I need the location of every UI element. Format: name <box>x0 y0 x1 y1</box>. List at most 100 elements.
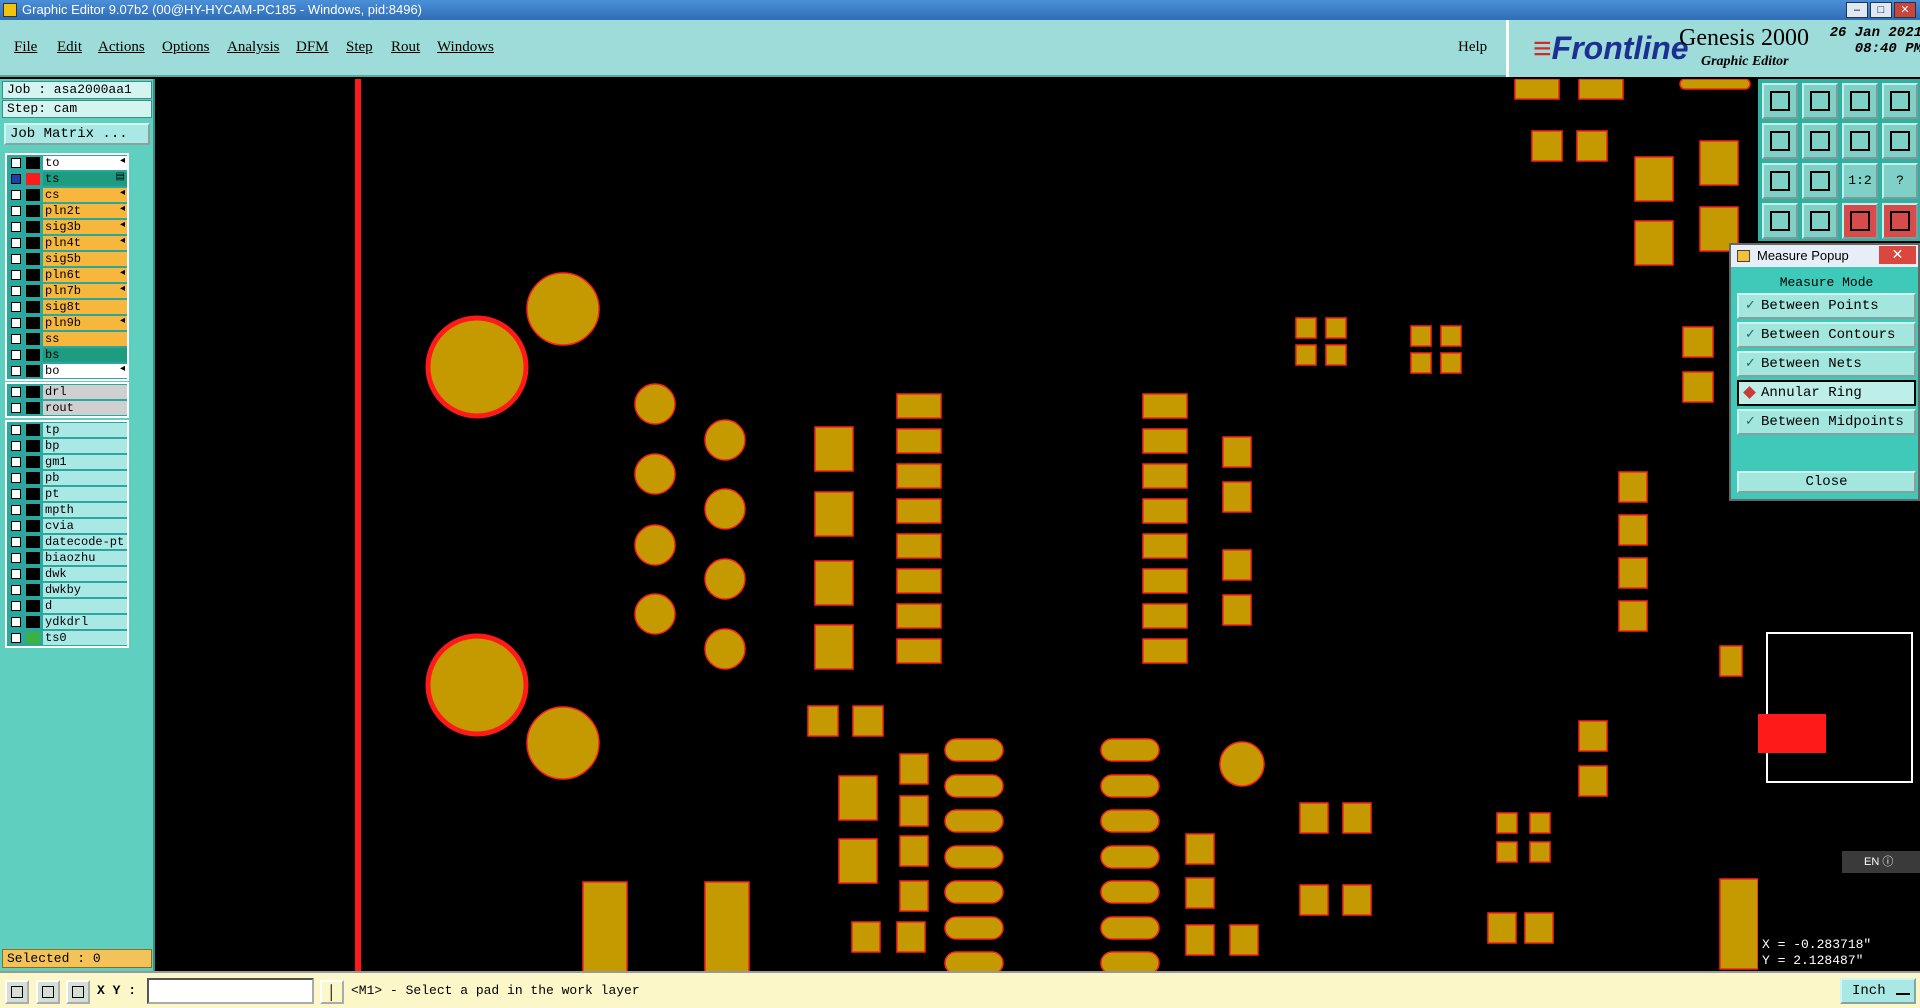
layer-color-swatch[interactable] <box>26 317 40 329</box>
layer-checkbox[interactable] <box>11 585 21 595</box>
layer-row-pln6t[interactable]: pln6t ◂ <box>7 267 127 283</box>
fit-screen-icon[interactable] <box>1762 163 1798 199</box>
menu-actions[interactable]: Actions <box>98 39 145 56</box>
layer-name[interactable]: rout <box>43 401 127 415</box>
layer-checkbox[interactable] <box>11 553 21 563</box>
layer-checkbox[interactable] <box>11 505 21 515</box>
menu-windows[interactable]: Windows <box>437 39 494 56</box>
layer-checkbox[interactable] <box>11 457 21 467</box>
layer-row-gm1[interactable]: gm1 <box>7 454 127 470</box>
layer-name[interactable]: ss <box>43 332 127 346</box>
layer-color-swatch[interactable] <box>26 269 40 281</box>
close-window-button[interactable]: ✕ <box>1894 2 1916 18</box>
layer-row-mpth[interactable]: mpth <box>7 502 127 518</box>
layer-color-swatch[interactable] <box>26 520 40 532</box>
layer-row-pln9b[interactable]: pln9b ◂ <box>7 315 127 331</box>
close-button[interactable]: Close <box>1737 471 1916 493</box>
layer-name[interactable]: pln2t <box>43 204 127 218</box>
layer-row-pt[interactable]: pt <box>7 486 127 502</box>
layer-name[interactable]: ts0 <box>43 631 127 645</box>
layer-checkbox[interactable] <box>11 489 21 499</box>
layer-checkbox[interactable] <box>11 238 21 248</box>
layer-color-swatch[interactable] <box>26 472 40 484</box>
maximize-button[interactable]: □ <box>1870 2 1892 18</box>
menu-step[interactable]: Step <box>346 39 373 56</box>
layer-checkbox[interactable] <box>11 387 21 397</box>
layer-name[interactable]: cs <box>43 188 127 202</box>
layer-color-swatch[interactable] <box>26 552 40 564</box>
layer-color-swatch[interactable] <box>26 584 40 596</box>
layer-row-dwk[interactable]: dwk <box>7 566 127 582</box>
layer-name[interactable]: ts <box>43 172 127 186</box>
layer-row-pln4t[interactable]: pln4t ◂ <box>7 235 127 251</box>
layer-name[interactable]: sig5b <box>43 252 127 266</box>
layer-checkbox[interactable] <box>11 403 21 413</box>
layer-row-dwkby[interactable]: dwkby <box>7 582 127 598</box>
layer-row-drl[interactable]: drl <box>7 384 127 400</box>
layer-color-swatch[interactable] <box>26 456 40 468</box>
layer-checkbox[interactable] <box>11 350 21 360</box>
layer-color-swatch[interactable] <box>26 386 40 398</box>
layer-name[interactable]: to <box>43 156 127 170</box>
layer-checkbox[interactable] <box>11 425 21 435</box>
layer-name[interactable]: biaozhu <box>43 551 127 565</box>
layer-name[interactable]: pt <box>43 487 127 501</box>
grid-snap-icon[interactable] <box>66 980 90 1004</box>
layer-checkbox[interactable] <box>11 254 21 264</box>
snake-icon[interactable] <box>1882 123 1918 159</box>
layer-row-ydkdrl[interactable]: ydkdrl <box>7 614 127 630</box>
layer-checkbox[interactable] <box>11 318 21 328</box>
measure-option-annular-ring[interactable]: Annular Ring <box>1737 380 1916 406</box>
overview-panel[interactable]: EN ⓘ <box>1758 501 1920 971</box>
graphic-canvas[interactable] <box>155 79 1758 971</box>
layer-color-swatch[interactable] <box>26 205 40 217</box>
layer-color-swatch[interactable] <box>26 285 40 297</box>
measure-popup-titlebar[interactable]: Measure Popup ✕ <box>1731 245 1918 267</box>
measure-option-between-points[interactable]: ✓ Between Points <box>1737 293 1916 319</box>
layer-checkbox[interactable] <box>11 334 21 344</box>
layer-row-d[interactable]: d <box>7 598 127 614</box>
layer-row-cvia[interactable]: cvia <box>7 518 127 534</box>
minimize-button[interactable]: – <box>1846 2 1868 18</box>
layer-checkbox[interactable] <box>11 441 21 451</box>
measure-icon[interactable] <box>36 980 60 1004</box>
xy-input[interactable] <box>147 978 314 1004</box>
layer-name[interactable]: tp <box>43 423 127 437</box>
layer-name[interactable]: bo <box>43 364 127 378</box>
layer-row-pln2t[interactable]: pln2t ◂ <box>7 203 127 219</box>
layer-checkbox[interactable] <box>11 521 21 531</box>
layer-row-sig5b[interactable]: sig5b <box>7 251 127 267</box>
close-icon[interactable]: ✕ <box>1879 246 1916 264</box>
menu-help[interactable]: Help <box>1458 39 1487 56</box>
layer-checkbox[interactable] <box>11 617 21 627</box>
mirror-icon[interactable] <box>1842 123 1878 159</box>
split-view-icon[interactable] <box>1882 83 1918 119</box>
sliders-icon[interactable] <box>1882 203 1918 239</box>
layer-color-swatch[interactable] <box>26 488 40 500</box>
grid-icon[interactable] <box>1802 203 1838 239</box>
layer-row-pln7b[interactable]: pln7b ◂ <box>7 283 127 299</box>
help-icon[interactable]: ? <box>1882 163 1918 199</box>
layer-color-swatch[interactable] <box>26 173 40 185</box>
layer-row-biaozhu[interactable]: biaozhu <box>7 550 127 566</box>
layer-checkbox[interactable] <box>11 222 21 232</box>
layer-checkbox[interactable] <box>11 270 21 280</box>
layer-checkbox[interactable] <box>11 569 21 579</box>
prompt-cursor-icon[interactable]: │ <box>320 980 344 1004</box>
layer-color-swatch[interactable] <box>26 237 40 249</box>
layer-color-swatch[interactable] <box>26 189 40 201</box>
layer-checkbox[interactable] <box>11 601 21 611</box>
layer-row-to[interactable]: to ◂ <box>7 155 127 171</box>
layer-checkbox[interactable] <box>11 366 21 376</box>
upload-icon[interactable] <box>1762 83 1798 119</box>
layer-color-swatch[interactable] <box>26 600 40 612</box>
units-selector[interactable]: Inch <box>1840 978 1916 1004</box>
layer-checkbox[interactable] <box>11 158 21 168</box>
menu-rout[interactable]: Rout <box>391 39 420 56</box>
layer-checkbox[interactable] <box>11 174 21 184</box>
layer-checkbox[interactable] <box>11 190 21 200</box>
zoom-fit-icon[interactable] <box>1802 163 1838 199</box>
layer-name[interactable]: dwkby <box>43 583 127 597</box>
layer-name[interactable]: pln4t <box>43 236 127 250</box>
layer-name[interactable]: cvia <box>43 519 127 533</box>
